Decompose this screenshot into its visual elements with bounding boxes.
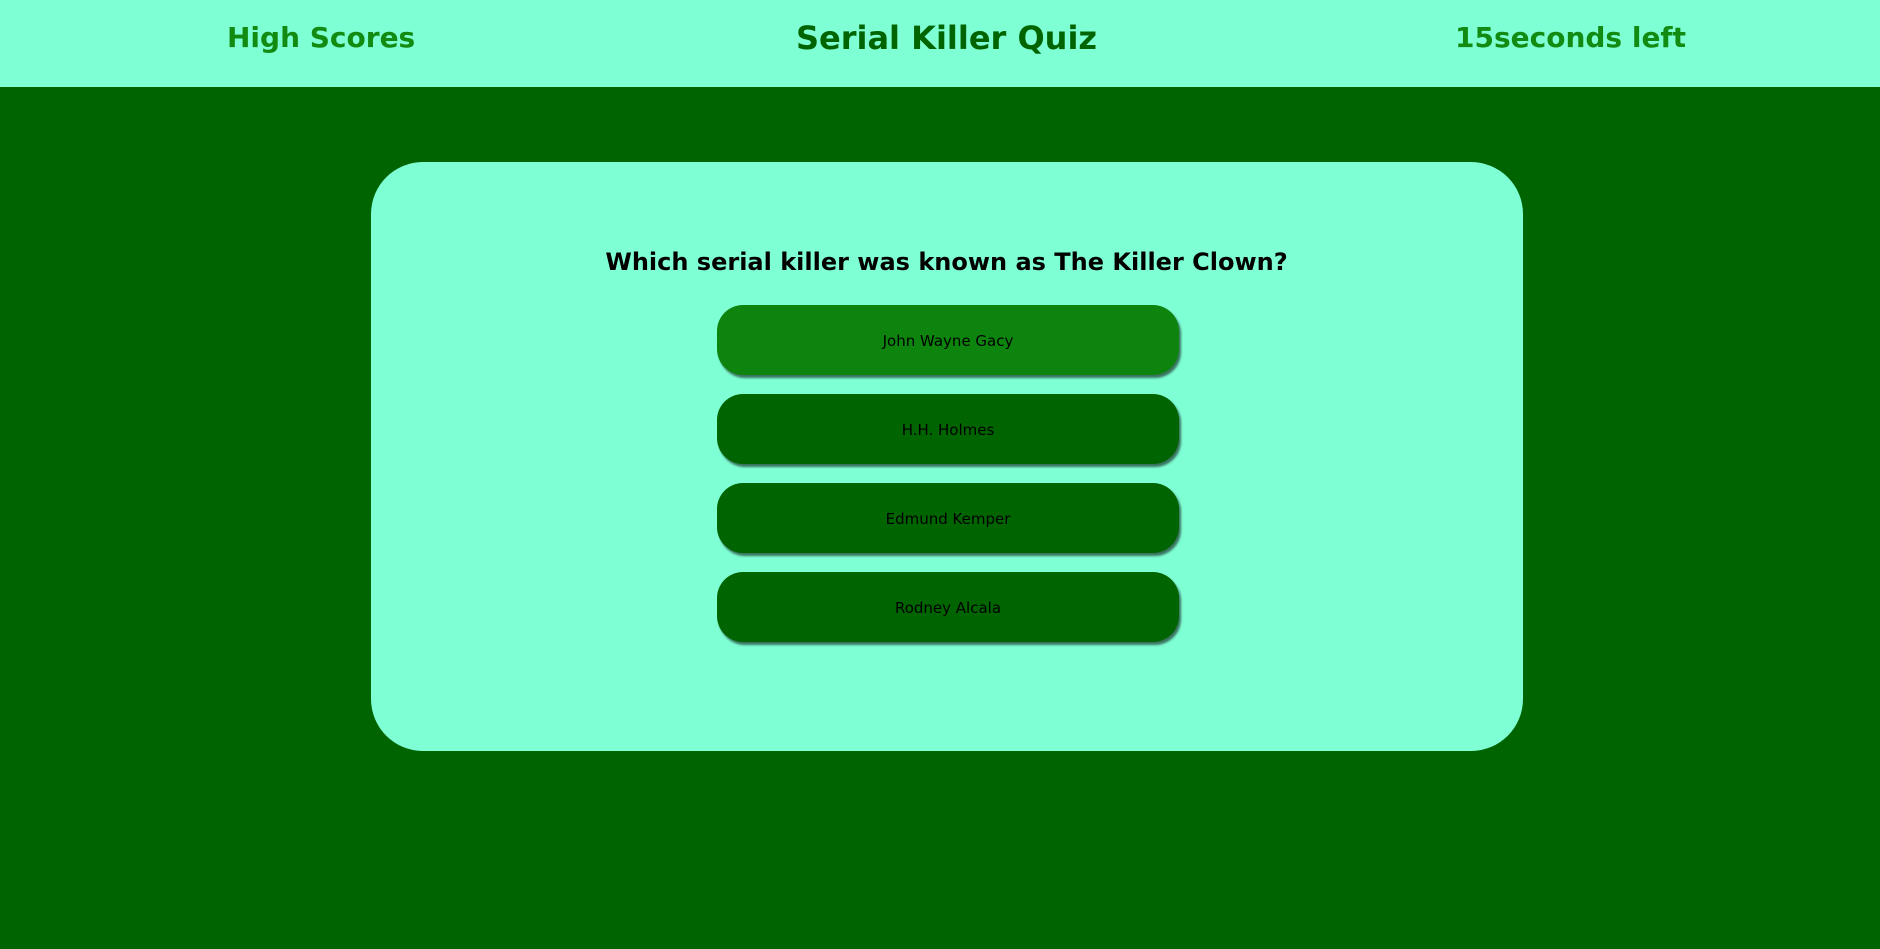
question-text: Which serial killer was known as The Kil… <box>605 248 1288 276</box>
answer-button[interactable]: Rodney Alcala <box>717 572 1179 642</box>
answer-button[interactable]: Edmund Kemper <box>717 483 1179 553</box>
answer-list: John Wayne Gacy H.H. Holmes Edmund Kempe… <box>717 305 1179 661</box>
answer-button[interactable]: H.H. Holmes <box>717 394 1179 464</box>
timer-text: 15seconds left <box>1455 21 1686 54</box>
answer-button[interactable]: John Wayne Gacy <box>717 305 1179 375</box>
top-header: High Scores Serial Killer Quiz 15seconds… <box>0 0 1880 87</box>
